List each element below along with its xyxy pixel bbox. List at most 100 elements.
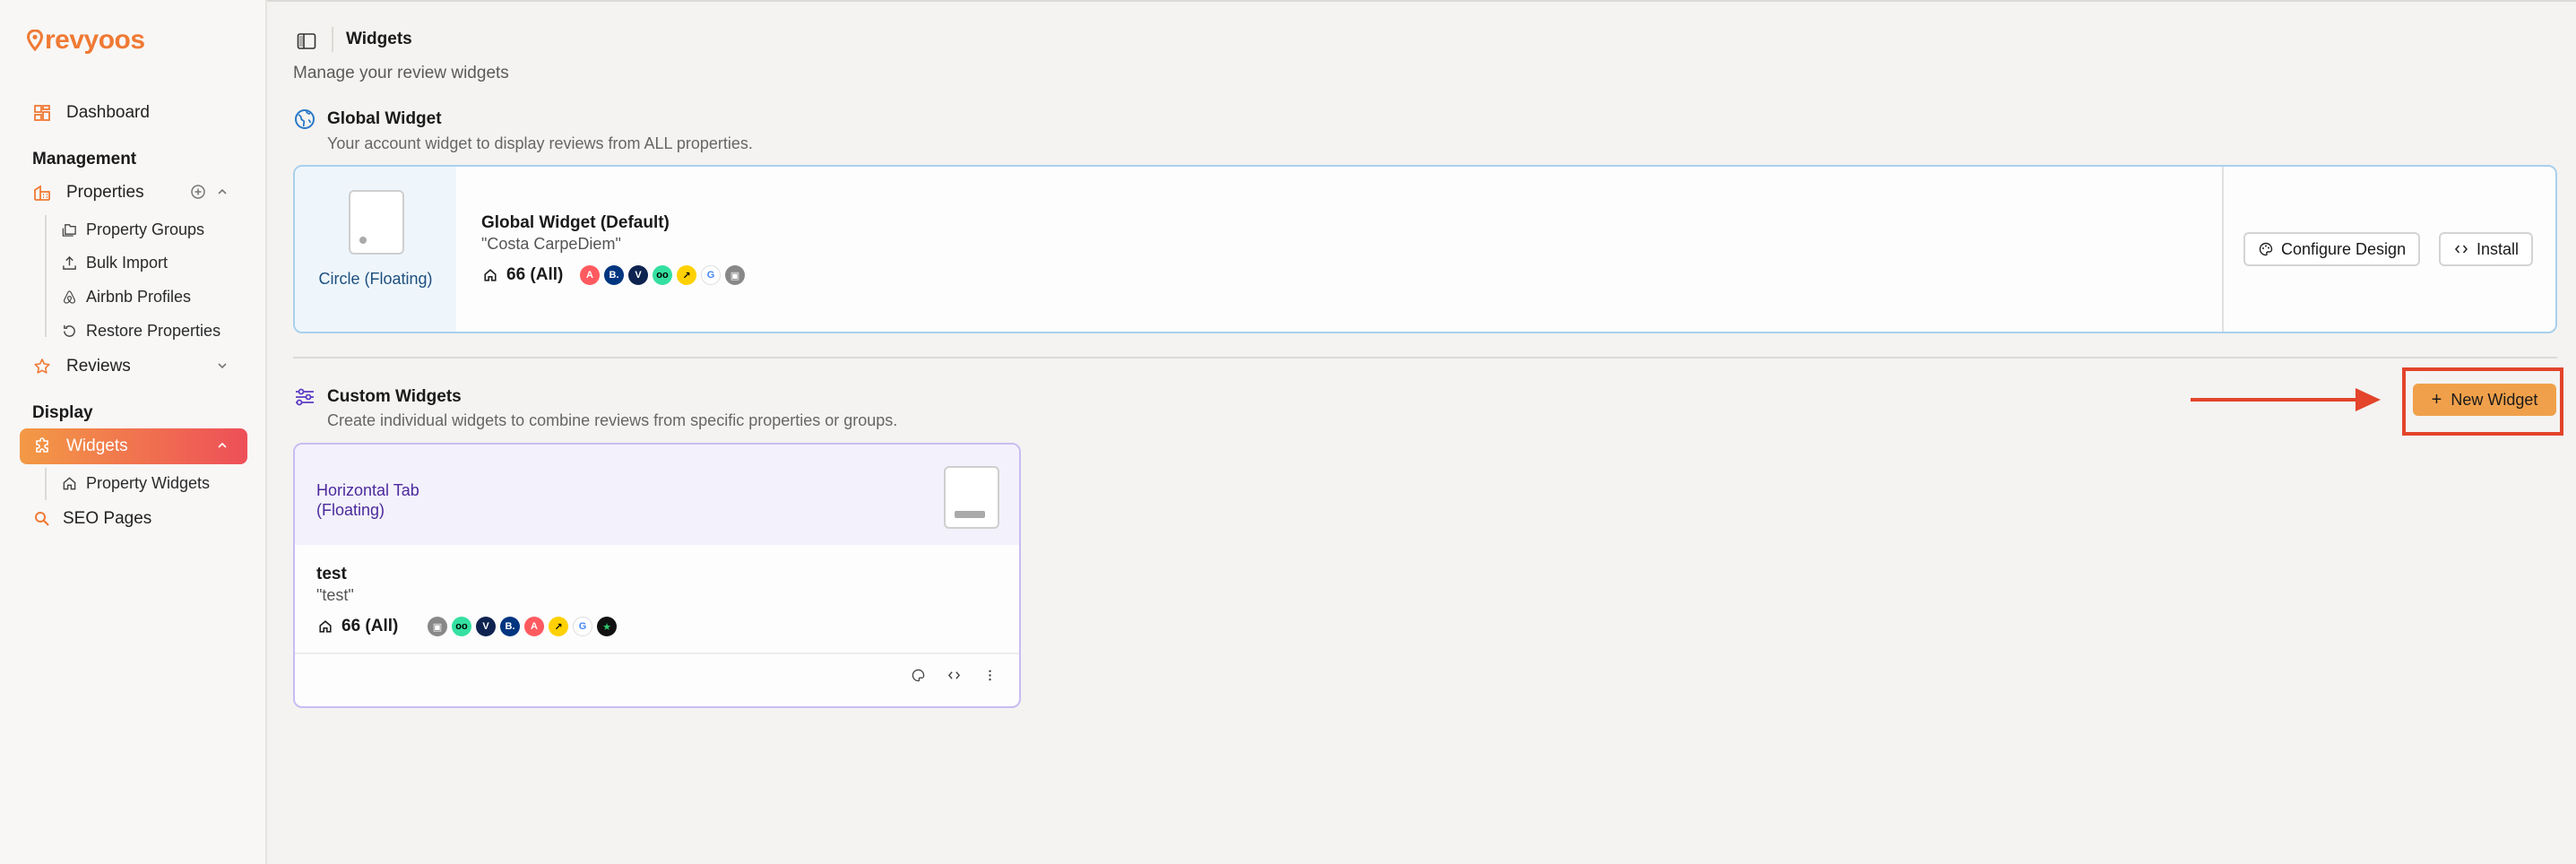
configure-design-button[interactable]: Configure Design xyxy=(2243,232,2421,266)
custom-widgets-header: Custom Widgets xyxy=(293,385,462,409)
upload-icon xyxy=(59,253,79,272)
header-divider xyxy=(332,27,333,52)
count-text: 66 (All) xyxy=(341,617,399,635)
review-platform-icon: ▣ xyxy=(428,617,447,636)
sidebar-item-label: Airbnb Profiles xyxy=(86,287,192,306)
section-label-display: Display xyxy=(32,403,93,422)
widget-name: Global Widget (Default) xyxy=(481,213,670,232)
google-icon: G xyxy=(701,265,721,285)
platform-icons: A B. V oo ↗ G ▣ xyxy=(580,265,749,285)
building-icon xyxy=(30,181,54,204)
logo-text: revyoos xyxy=(45,25,145,55)
button-label: New Widget xyxy=(2451,390,2538,409)
page-subtitle: Manage your review widgets xyxy=(293,64,509,82)
global-widget-card[interactable]: Circle (Floating) Global Widget (Default… xyxy=(293,165,2557,333)
button-label: Install xyxy=(2477,239,2520,258)
google-icon: G xyxy=(573,617,592,636)
sidebar-item-label: Restore Properties xyxy=(86,321,221,340)
palette-icon[interactable] xyxy=(910,667,926,683)
card-footer-divider xyxy=(295,652,1019,654)
phone-mockup xyxy=(944,466,999,529)
code-icon xyxy=(2453,241,2469,257)
vrbo-icon: V xyxy=(628,265,648,285)
sidebar-toggle-icon[interactable] xyxy=(296,30,317,52)
sidebar-item-label: SEO Pages xyxy=(63,509,152,528)
widget-quote: "test" xyxy=(316,586,354,604)
sidebar-item-restore-properties[interactable]: Restore Properties xyxy=(59,315,220,346)
add-circle-icon[interactable] xyxy=(190,184,206,205)
chevron-down-icon[interactable] xyxy=(213,357,231,375)
section-title: Custom Widgets xyxy=(327,387,462,406)
chevron-up-icon[interactable] xyxy=(213,183,231,201)
tripadvisor-icon: oo xyxy=(452,617,471,636)
sidebar-item-property-widgets[interactable]: Property Widgets xyxy=(59,468,210,498)
search-icon xyxy=(30,507,54,531)
count-text: 66 (All) xyxy=(506,265,564,284)
location-pin-icon xyxy=(27,30,43,51)
restore-icon xyxy=(59,321,79,341)
annotation-arrow-line xyxy=(2191,398,2361,402)
chevron-up-icon[interactable] xyxy=(213,436,231,454)
expedia-icon: ↗ xyxy=(549,617,568,636)
custom-widget-card[interactable]: Horizontal Tab (Floating) test "test" 66… xyxy=(293,443,1021,708)
home-icon xyxy=(316,618,334,635)
sidebar-item-seo-pages[interactable]: SEO Pages xyxy=(20,501,247,537)
code-icon[interactable] xyxy=(946,667,962,683)
property-count: 66 (All) xyxy=(481,265,563,285)
sidebar-item-label: Bulk Import xyxy=(86,253,169,272)
logo[interactable]: revyoos xyxy=(27,25,145,56)
sidebar-item-property-groups[interactable]: Property Groups xyxy=(59,214,204,245)
sidebar-item-dashboard[interactable]: Dashboard xyxy=(20,95,247,131)
new-widget-button[interactable]: + New Widget xyxy=(2413,384,2556,416)
platform-icons: ▣ oo V B. A ↗ G ★ xyxy=(428,617,621,636)
expedia-icon: ↗ xyxy=(677,265,696,285)
widget-preview: Circle (Floating) xyxy=(295,167,456,332)
star-icon xyxy=(30,355,54,378)
page-title: Widgets xyxy=(346,30,412,48)
sidebar-item-airbnb-profiles[interactable]: Airbnb Profiles xyxy=(59,281,191,312)
section-divider xyxy=(293,357,2557,359)
widget-type: Horizontal Tab (Floating) xyxy=(316,481,419,519)
tripadvisor-icon: oo xyxy=(653,265,672,285)
widget-type: Circle (Floating) xyxy=(318,270,433,288)
sidebar: revyoos Dashboard Management Properties … xyxy=(0,0,267,864)
phone-mockup xyxy=(349,190,404,255)
annotation-arrow-head xyxy=(2356,388,2381,411)
tree-line xyxy=(45,468,47,500)
widget-name: test xyxy=(316,565,347,583)
airbnb-icon: A xyxy=(580,265,600,285)
property-count: 66 (All) xyxy=(316,617,398,636)
floating-circle-indicator xyxy=(359,237,367,244)
vrbo-icon: V xyxy=(476,617,496,636)
review-platform-icon: ▣ xyxy=(725,265,745,285)
sidebar-item-bulk-import[interactable]: Bulk Import xyxy=(59,247,168,278)
section-title: Global Widget xyxy=(327,109,442,128)
sidebar-item-reviews[interactable]: Reviews xyxy=(20,349,247,384)
global-widget-header: Global Widget xyxy=(293,108,442,131)
sidebar-item-label: Dashboard xyxy=(66,103,150,122)
sidebar-item-label: Property Groups xyxy=(86,220,205,238)
button-label: Configure Design xyxy=(2281,239,2407,258)
section-description: Create individual widgets to combine rev… xyxy=(327,411,898,429)
more-vertical-icon[interactable] xyxy=(981,667,998,683)
sidebar-item-properties[interactable]: Properties xyxy=(20,175,247,211)
card-divider xyxy=(2222,167,2224,332)
sidebar-item-label: Property Widgets xyxy=(86,473,211,492)
card-actions xyxy=(910,667,998,683)
sidebar-item-widgets[interactable]: Widgets xyxy=(20,428,247,464)
puzzle-icon xyxy=(30,435,54,458)
booking-icon: B. xyxy=(604,265,624,285)
home-icon xyxy=(481,266,499,284)
folders-icon xyxy=(59,220,79,239)
widget-quote: "Costa CarpeDiem" xyxy=(481,235,621,253)
globe-icon xyxy=(293,108,316,131)
sidebar-item-label: Widgets xyxy=(66,436,128,455)
tree-line xyxy=(45,215,47,337)
widget-preview: Horizontal Tab (Floating) xyxy=(295,445,1019,545)
plus-icon: + xyxy=(2431,389,2442,410)
install-button[interactable]: Install xyxy=(2439,232,2534,266)
sidebar-item-label: Properties xyxy=(66,183,144,202)
sliders-icon xyxy=(293,385,316,409)
airbnb-icon xyxy=(59,287,79,307)
section-description: Your account widget to display reviews f… xyxy=(327,134,753,152)
